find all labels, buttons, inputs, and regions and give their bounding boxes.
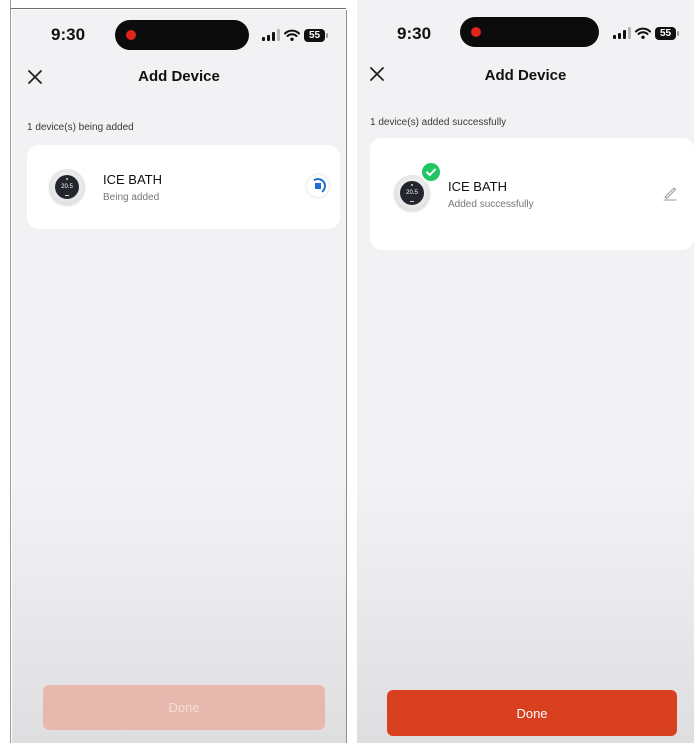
wifi-icon [284, 29, 300, 41]
battery-icon: 55 [655, 26, 679, 40]
frame-border-top [10, 8, 346, 9]
status-time: 9:30 [51, 25, 86, 44]
page-title: Add Device [484, 67, 567, 84]
status-icons: 55 [613, 25, 679, 41]
status-bar: 9:30 55 [357, 0, 694, 48]
recording-dot-icon [471, 27, 481, 37]
battery-icon: 55 [304, 28, 328, 42]
device-status: Added successfully [448, 199, 534, 210]
dynamic-island [115, 20, 249, 50]
header: Add Device [357, 61, 694, 91]
dynamic-island [460, 17, 599, 47]
wifi-icon [635, 27, 651, 39]
status-time: 9:30 [397, 24, 432, 43]
device-status: Being added [103, 192, 160, 203]
device-display-value: 20.5 [55, 175, 79, 199]
done-button[interactable]: Done [43, 685, 325, 730]
device-card[interactable]: 20.5 ICE BATH Added successfully [370, 138, 694, 250]
device-name: ICE BATH [448, 179, 507, 194]
device-name: ICE BATH [103, 172, 162, 187]
progress-label: 1 device(s) being added [27, 122, 134, 133]
checkmark-icon [426, 168, 436, 176]
loading-spinner-icon [307, 175, 329, 197]
thermostat-device-icon: 20.5 [49, 169, 85, 205]
status-icons: 55 [262, 27, 328, 43]
progress-label: 1 device(s) added successfully [370, 117, 507, 128]
status-bar: 9:30 55 [12, 10, 346, 58]
done-button[interactable]: Done [387, 690, 677, 736]
device-display-value: 20.5 [400, 181, 424, 205]
device-card[interactable]: 20.5 ICE BATH Being added [27, 145, 340, 229]
header: Add Device [12, 62, 346, 92]
screen-adding: 9:30 55 Add Device 1 device(s) being add… [12, 10, 347, 743]
spinner-stop-square [315, 183, 321, 189]
check-circle-icon [420, 161, 442, 183]
edit-pencil-icon[interactable] [662, 185, 678, 201]
cellular-signal-icon [613, 27, 631, 39]
frame-border-left [10, 0, 11, 743]
cellular-signal-icon [262, 29, 280, 41]
page-title: Add Device [138, 68, 220, 85]
recording-dot-icon [126, 30, 136, 40]
screen-added: 9:30 55 Add Device 1 device(s) added suc… [357, 0, 694, 743]
